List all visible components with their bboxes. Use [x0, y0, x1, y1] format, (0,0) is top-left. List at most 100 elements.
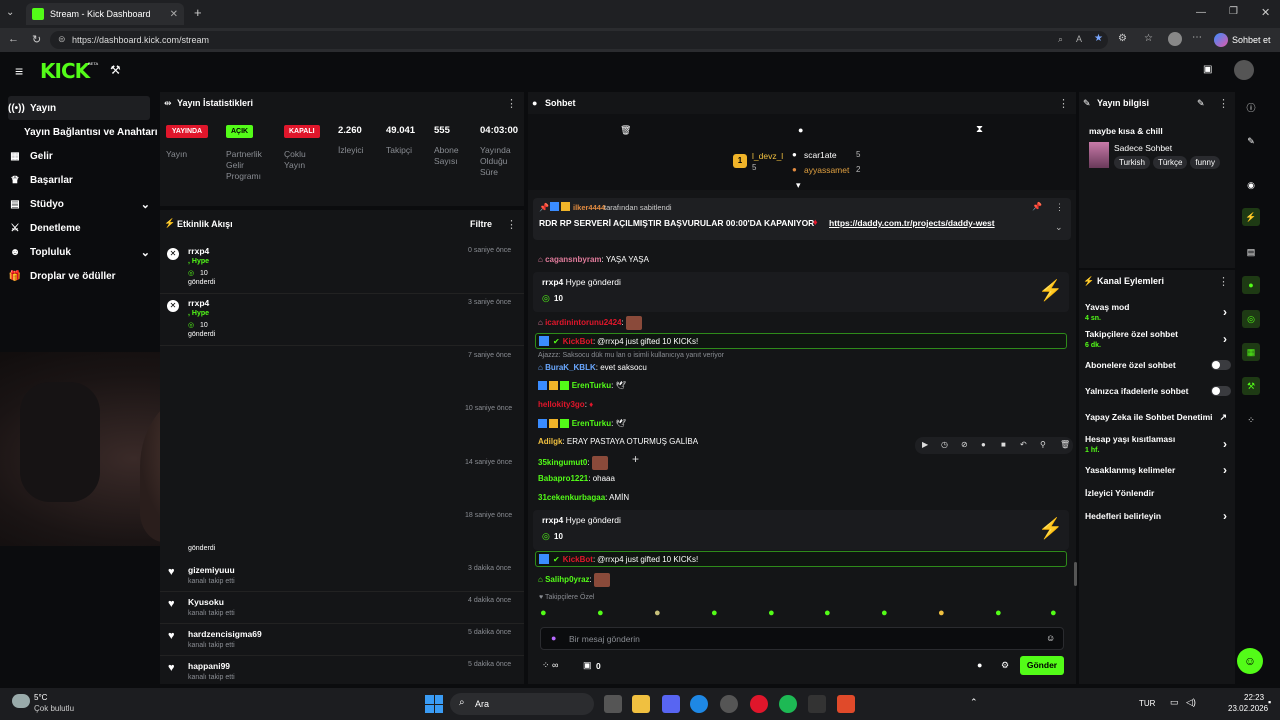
leader-3-name[interactable]: ayyassamet	[804, 165, 849, 175]
ban-icon[interactable]: ⊘	[961, 440, 968, 449]
notification-icon[interactable]: ▪	[1268, 697, 1271, 707]
sidebar-item-stream-key[interactable]: Yayın Bağlantısı ve Anahtarı	[8, 120, 160, 144]
delete-icon[interactable]: 🗑	[1060, 440, 1070, 449]
unpin-icon[interactable]: 📌	[1032, 202, 1042, 211]
category-name[interactable]: Sadece Sohbet	[1114, 143, 1172, 153]
action-ai-moderation[interactable]: Yapay Zeka ile Sohbet Denetimi ↗	[1085, 412, 1233, 426]
chevron-down-icon[interactable]: ⌄	[1055, 222, 1063, 233]
chat-message[interactable]: ⌂ BuraK_KBLK: evet saksocu	[538, 363, 647, 372]
action-slow-mode[interactable]: Yavaş mod 4 sn. ›	[1085, 302, 1233, 326]
toggle-switch[interactable]	[1211, 360, 1231, 370]
action-raid[interactable]: İzleyici Yönlendir	[1085, 488, 1233, 502]
emote-icon[interactable]: ●	[1050, 607, 1057, 619]
chat-message[interactable]: Babapro1221: ohaaa	[538, 474, 615, 483]
activity-more-icon[interactable]: ⋮	[506, 218, 517, 231]
chat-input[interactable]: ● Bir mesaj gönderin ☺	[540, 627, 1064, 650]
trash-icon[interactable]: 🗑	[620, 125, 631, 136]
leader-2-name[interactable]: scar1ate	[804, 150, 837, 160]
chevron-up-icon[interactable]: ⌃	[970, 697, 978, 708]
settings-icon[interactable]: ⚙	[1001, 660, 1009, 671]
camera-icon[interactable]: ◉	[1242, 176, 1260, 194]
chat-scrollbar[interactable]	[1074, 562, 1077, 586]
action-emote-only[interactable]: Yalnızca ifadelerle sohbet	[1085, 386, 1233, 400]
chat-icon[interactable]: ●	[1242, 276, 1260, 294]
emote-icon[interactable]: ●	[540, 607, 547, 619]
users-icon[interactable]: ⁘ ∞	[542, 660, 558, 671]
chat-message[interactable]: ErenTurku: 🕊	[538, 381, 626, 391]
browser-tab[interactable]: Stream - Kick Dashboard ✕	[26, 3, 184, 25]
document-icon[interactable]: ▤	[1242, 243, 1260, 261]
chat-message[interactable]: ⌂ icardinintorunu2424:	[538, 316, 642, 330]
camera-icon[interactable]: ▣	[1203, 64, 1212, 75]
send-button[interactable]: Gönder	[1020, 656, 1064, 675]
pin-icon[interactable]: ⚲	[1040, 440, 1046, 449]
category-thumbnail[interactable]	[1089, 142, 1109, 168]
close-window-icon[interactable]: ✕	[1261, 6, 1270, 19]
hammer-icon[interactable]: ⚒	[110, 63, 121, 77]
user-avatar[interactable]	[1234, 60, 1254, 80]
wrench-icon[interactable]: ⚒	[1242, 377, 1260, 395]
profile-avatar[interactable]	[1168, 32, 1182, 46]
discord-icon[interactable]	[662, 695, 680, 713]
emote-icon[interactable]: ●	[768, 607, 775, 619]
actions-more-icon[interactable]: ⋮	[1218, 275, 1229, 288]
task-view-icon[interactable]	[604, 695, 622, 713]
pinned-link[interactable]: https://daddy.com.tr/projects/daddy-west	[829, 218, 995, 228]
emote-icon[interactable]: ●	[597, 607, 604, 619]
copy-icon[interactable]: ■	[1001, 440, 1006, 449]
emote-icon[interactable]: ●	[995, 607, 1002, 619]
edge-icon[interactable]	[690, 695, 708, 713]
back-icon[interactable]: ←	[8, 33, 19, 45]
url-field[interactable]: ⊜ https://dashboard.kick.com/stream ⌕ A …	[50, 31, 1108, 49]
layout-icon[interactable]: ▦	[1242, 343, 1260, 361]
emote-icon[interactable]: ●	[824, 607, 831, 619]
minimize-icon[interactable]: —	[1196, 7, 1206, 18]
sidebar-item-denetleme[interactable]: ⚔ Denetleme	[8, 216, 150, 240]
toggle-switch[interactable]	[1211, 386, 1231, 396]
emoji-icon[interactable]: ☺	[1046, 633, 1055, 643]
action-followers-only[interactable]: Takipçilere özel sohbet 6 dk. ›	[1085, 329, 1233, 353]
close-tab-icon[interactable]: ✕	[170, 9, 178, 20]
extensions-icon[interactable]: ⚙	[1118, 33, 1127, 44]
tag[interactable]: Turkish	[1114, 156, 1150, 169]
favorites-icon[interactable]: ☆	[1144, 33, 1153, 44]
refresh-icon[interactable]: ↻	[32, 33, 41, 46]
action-banned-words[interactable]: Yasaklanmış kelimeler ›	[1085, 463, 1233, 479]
zoom-icon[interactable]: ⌕	[1058, 34, 1063, 45]
sidebar-item-droplar[interactable]: 🎁 Droplar ve ödüller	[8, 264, 150, 288]
emote-icon[interactable]: ●	[711, 607, 718, 619]
pinned-more-icon[interactable]: ⋮	[1055, 202, 1064, 213]
network-icon[interactable]: ▭	[1170, 697, 1179, 708]
kick-logo[interactable]: KICK	[40, 59, 90, 83]
read-aloud-icon[interactable]: A	[1076, 34, 1082, 44]
pinned-message[interactable]: 📌 ilker4444 tarafından sabitlendi RDR RP…	[533, 198, 1071, 240]
mic-icon[interactable]: ●	[551, 633, 556, 643]
emote-icon[interactable]: ●	[654, 607, 661, 619]
copilot-button[interactable]: Sohbet et	[1214, 31, 1271, 49]
broadcast-icon[interactable]: ◎	[1242, 310, 1260, 328]
timeout-icon[interactable]: ◷	[941, 440, 948, 449]
file-explorer-icon[interactable]	[632, 695, 650, 713]
chat-bubble-icon[interactable]: ●	[977, 660, 982, 670]
language-indicator[interactable]: TUR	[1139, 699, 1155, 708]
action-subs-only[interactable]: Abonelere özel sohbet	[1085, 360, 1233, 374]
emote-icon[interactable]: ●	[881, 607, 888, 619]
epic-games-icon[interactable]	[808, 695, 826, 713]
action-goals[interactable]: Hedefleri belirleyin ›	[1085, 509, 1233, 525]
tab-list-icon[interactable]: ⌄	[6, 7, 14, 18]
chat-message[interactable]: ErenTurku: 🕊	[538, 419, 626, 429]
tag[interactable]: funny	[1190, 156, 1220, 169]
taskbar-search[interactable]: ⌕ Ara	[450, 693, 594, 715]
play-icon[interactable]: ▶	[922, 440, 928, 449]
spotify-icon[interactable]	[779, 695, 797, 713]
new-tab-icon[interactable]: +	[194, 5, 202, 20]
collapse-icon[interactable]: ▾	[796, 180, 801, 191]
info-icon[interactable]: ⓘ	[1242, 98, 1260, 116]
app-icon[interactable]	[720, 695, 738, 713]
hourglass-icon[interactable]: ⧗	[976, 124, 983, 135]
sidebar-item-gelir[interactable]: ▦ Gelir	[8, 144, 150, 168]
stream-info-more-icon[interactable]: ⋮	[1218, 97, 1229, 110]
volume-icon[interactable]: ◁)	[1186, 697, 1196, 708]
menu-icon[interactable]: ≡	[15, 63, 23, 79]
maximize-icon[interactable]: ❐	[1229, 6, 1238, 17]
